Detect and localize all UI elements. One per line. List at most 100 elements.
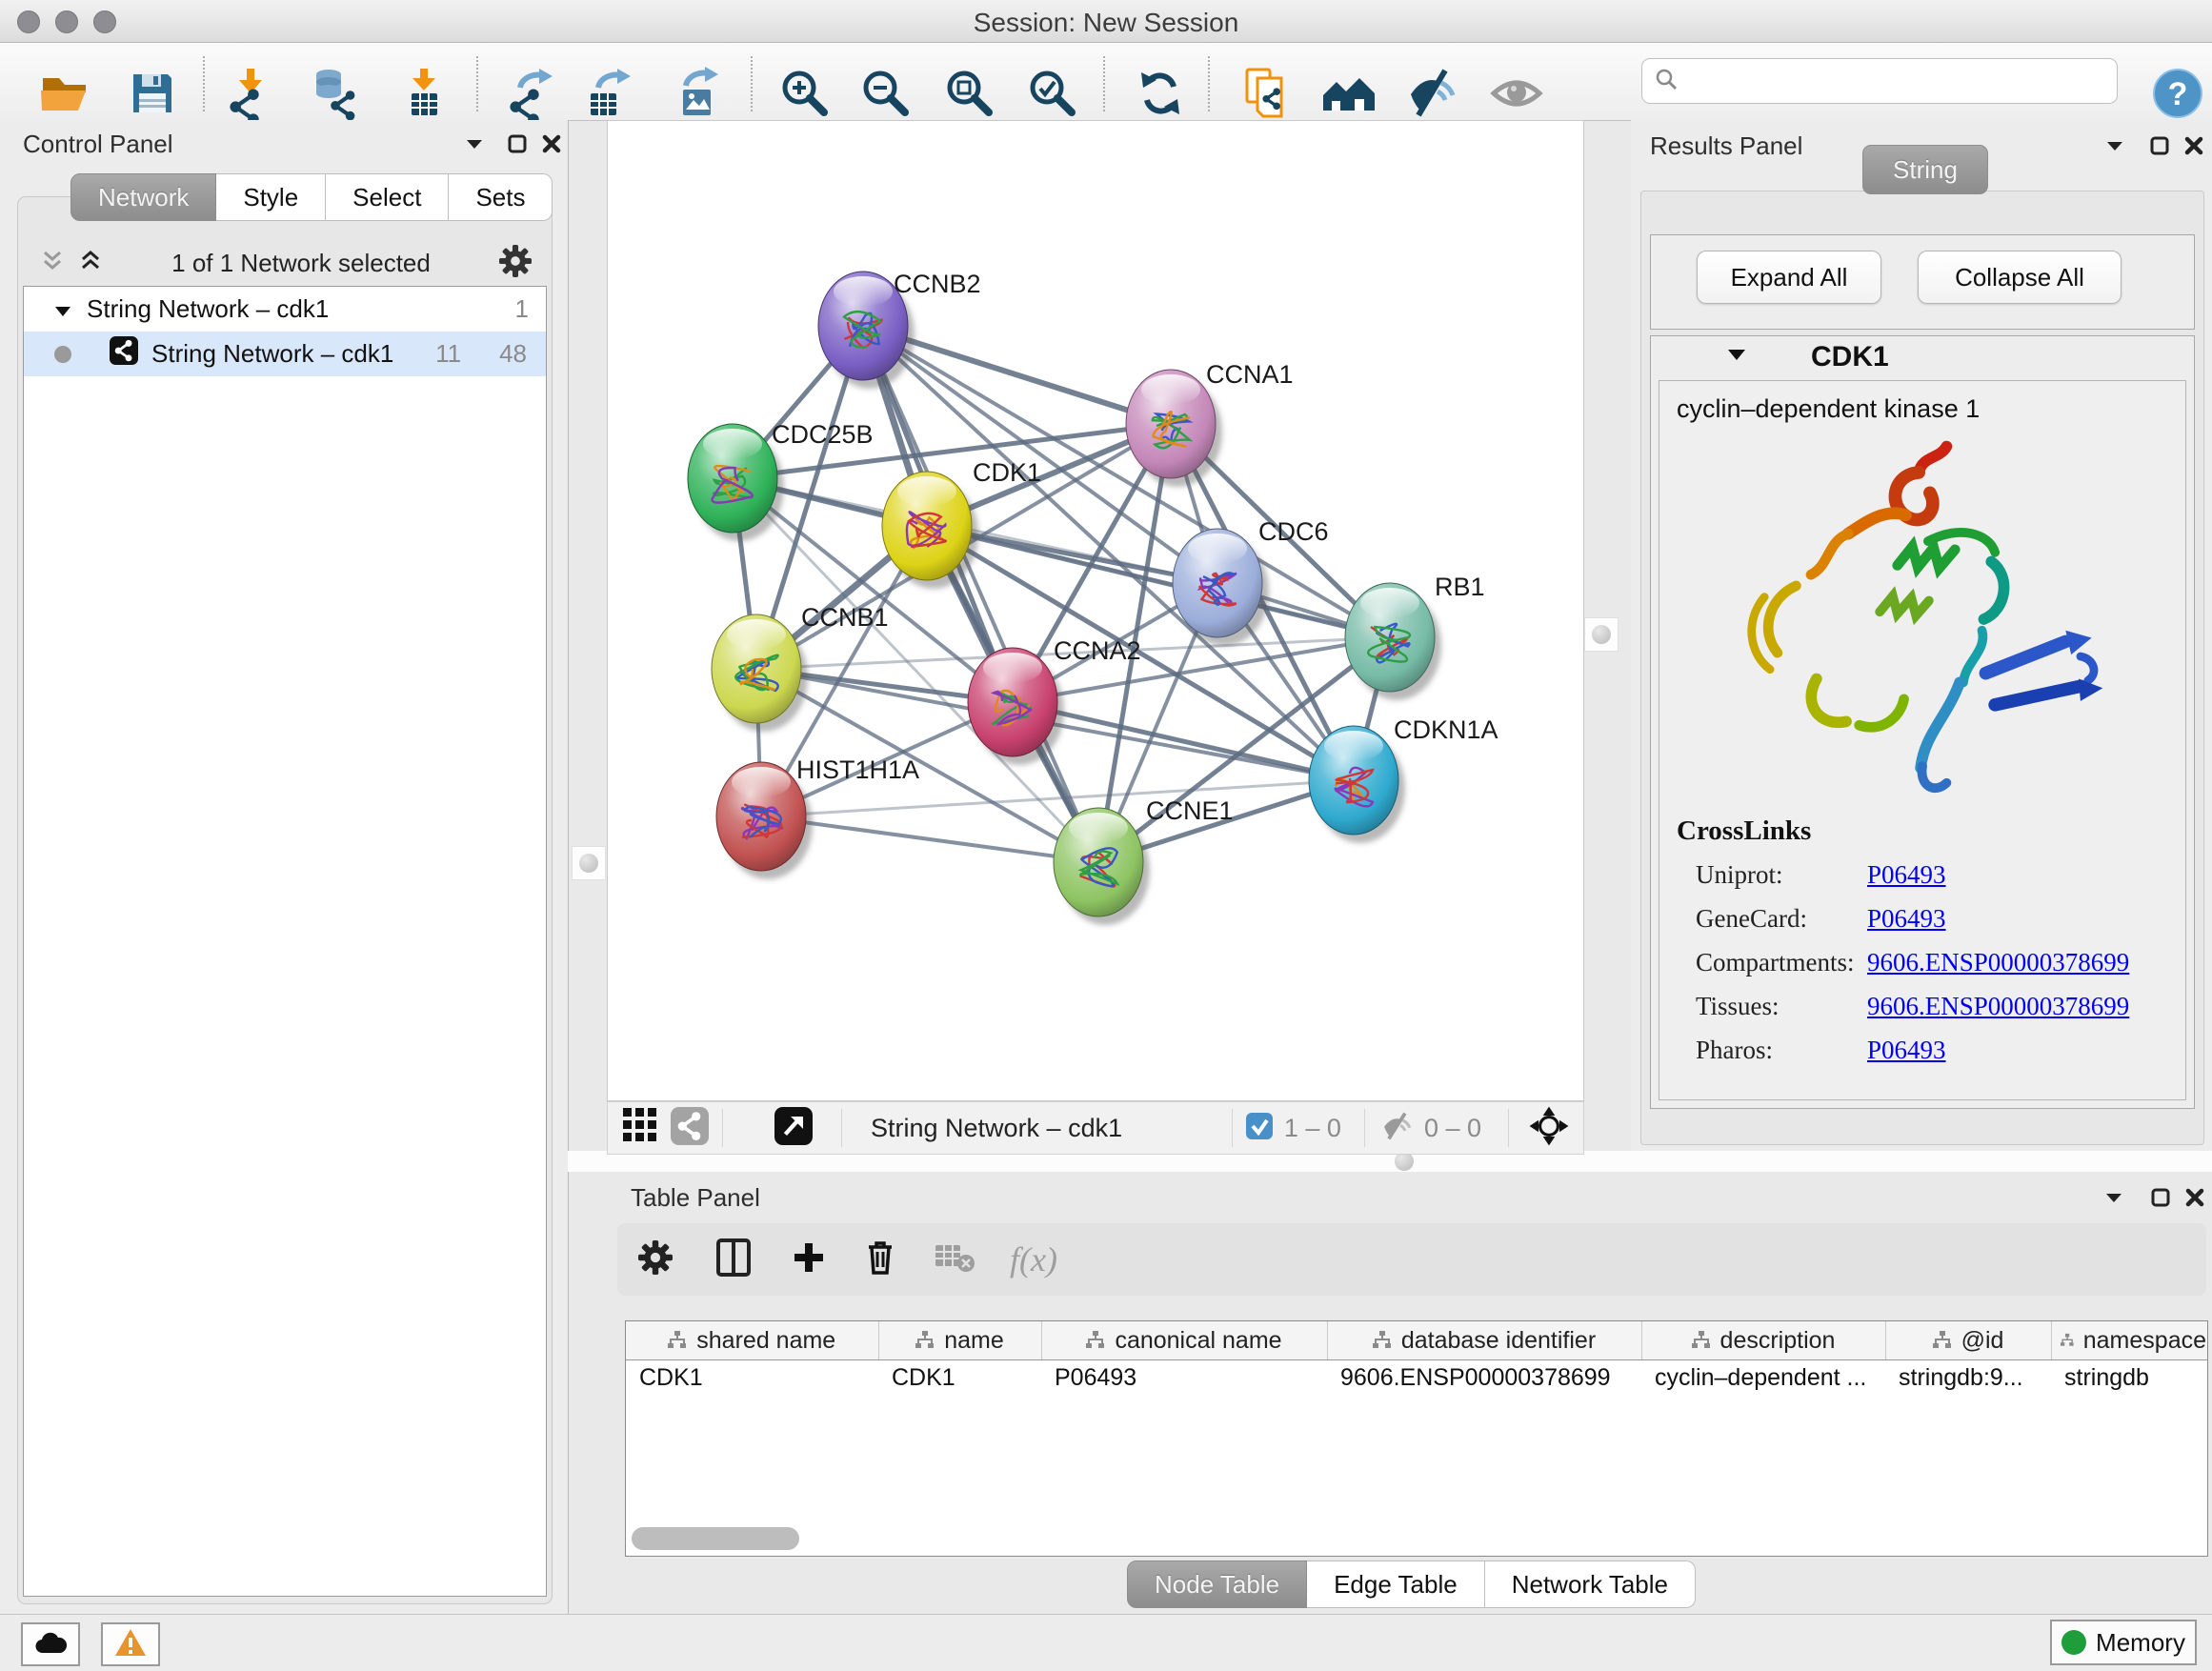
import-network-button[interactable]	[219, 67, 280, 124]
warnings-button[interactable]	[101, 1622, 160, 1666]
panel-float-icon[interactable]	[2150, 1187, 2171, 1213]
cell-namespace[interactable]: stringdb	[2051, 1360, 2207, 1396]
tab-node-table[interactable]: Node Table	[1127, 1560, 1307, 1608]
open-session-button[interactable]	[34, 67, 95, 124]
export-table-button[interactable]	[579, 67, 640, 124]
show-results-button[interactable]	[1486, 67, 1547, 124]
panel-menu-icon[interactable]	[2105, 139, 2124, 157]
gear-icon[interactable]	[499, 245, 532, 282]
control-panel: Control Panel Network Style Select Sets …	[0, 120, 569, 1614]
right-splitter-handle[interactable]	[1584, 617, 1619, 652]
tab-edge-table[interactable]: Edge Table	[1307, 1560, 1485, 1608]
network-node-CCNB1[interactable]: CCNB1	[712, 603, 889, 732]
show-columns-icon[interactable]	[716, 1238, 751, 1281]
create-column-icon[interactable]	[793, 1241, 825, 1278]
tab-select[interactable]: Select	[326, 173, 449, 221]
export-network-button[interactable]	[501, 67, 562, 124]
cell-name[interactable]: CDK1	[878, 1360, 1041, 1396]
cell-shared-name[interactable]: CDK1	[626, 1360, 878, 1396]
network-node-CDC25B[interactable]: CDC25B	[688, 420, 874, 541]
tab-network-table[interactable]: Network Table	[1485, 1560, 1696, 1608]
crosslink-link[interactable]: P06493	[1867, 1036, 1946, 1064]
network-node-CCNB2[interactable]: CCNB2	[818, 270, 981, 389]
crosslink-link[interactable]: P06493	[1867, 860, 1946, 889]
string-home-button[interactable]	[1317, 67, 1378, 124]
network-node-CDC6[interactable]: CDC6	[1173, 517, 1329, 646]
network-node-RB1[interactable]: RB1	[1345, 573, 1485, 700]
toolbar-separator	[476, 56, 478, 111]
hidden-eye-icon[interactable]	[1378, 1110, 1417, 1147]
expand-all-button[interactable]: Expand All	[1697, 251, 1881, 304]
network-tree-root-row[interactable]: String Network – cdk1 1	[24, 287, 546, 332]
zoom-selected-button[interactable]	[1022, 67, 1083, 124]
cell-description[interactable]: cyclin–dependent ...	[1641, 1360, 1885, 1396]
table-row[interactable]: CDK1 CDK1 P06493 9606.ENSP00000378699 cy…	[626, 1360, 2207, 1396]
import-table-button[interactable]	[393, 67, 454, 124]
cell-canonical-name[interactable]: P06493	[1041, 1360, 1327, 1396]
section-collapse-icon[interactable]	[1727, 349, 1746, 366]
table-settings-gear-icon[interactable]	[638, 1240, 673, 1279]
panel-float-icon[interactable]	[507, 133, 528, 159]
left-splitter-handle[interactable]	[572, 846, 606, 880]
column-header[interactable]: name	[878, 1321, 1041, 1360]
grid-view-icon[interactable]	[623, 1108, 659, 1149]
selected-checkbox-icon[interactable]	[1246, 1113, 1273, 1144]
network-tree-child-row[interactable]: String Network – cdk1 11 48	[24, 332, 546, 376]
hide-results-button[interactable]	[1402, 67, 1463, 124]
network-node-CCNA1[interactable]: CCNA1	[1126, 360, 1294, 487]
horizontal-scrollbar-thumb[interactable]	[632, 1527, 799, 1550]
cell-database-identifier[interactable]: 9606.ENSP00000378699	[1327, 1360, 1641, 1396]
cell-id[interactable]: stringdb:9...	[1885, 1360, 2051, 1396]
network-node-CCNA2[interactable]: CCNA2	[968, 636, 1141, 765]
search-icon	[1654, 67, 1679, 96]
panel-menu-icon[interactable]	[465, 137, 484, 155]
collapse-all-button[interactable]: Collapse All	[1918, 251, 2122, 304]
network-node-CDKN1A[interactable]: CDKN1A	[1309, 715, 1498, 843]
panel-float-icon[interactable]	[2149, 135, 2170, 161]
cloud-button[interactable]	[21, 1622, 80, 1666]
birds-eye-view-icon[interactable]	[1528, 1105, 1570, 1152]
network-node-CCNE1[interactable]: CCNE1	[1054, 796, 1234, 925]
results-scroll-area[interactable]: CDK1 cyclin–dependent kinase 1	[1650, 335, 2195, 1109]
delete-column-icon[interactable]	[865, 1239, 895, 1280]
column-header[interactable]: database identifier	[1327, 1321, 1641, 1360]
tab-style[interactable]: Style	[216, 173, 326, 221]
tab-network[interactable]: Network	[70, 173, 216, 221]
panel-close-icon[interactable]	[2184, 1187, 2205, 1213]
zoom-out-button[interactable]	[855, 67, 916, 124]
zoom-fit-button[interactable]	[939, 67, 1000, 124]
column-header[interactable]: canonical name	[1041, 1321, 1327, 1360]
import-network-icon	[223, 67, 276, 125]
tab-sets[interactable]: Sets	[449, 173, 553, 221]
export-image-icon	[671, 67, 724, 125]
network-canvas[interactable]: CCNB2 CCNA1 CDC25BCDK1 CDC6RB1 CCNB1 CCNA2 CDK…	[607, 120, 1584, 1101]
save-session-button[interactable]	[122, 67, 183, 124]
collapse-all-chevron-icon[interactable]	[40, 249, 65, 278]
crosslink-link[interactable]: P06493	[1867, 904, 1946, 933]
network-node-HIST1H1A[interactable]: HIST1H1A	[716, 755, 919, 879]
string-view-icon[interactable]	[671, 1106, 709, 1151]
zoom-in-button[interactable]	[774, 67, 835, 124]
panel-close-icon[interactable]	[541, 133, 562, 159]
column-header[interactable]: description	[1641, 1321, 1885, 1360]
column-header[interactable]: namespace	[2051, 1321, 2207, 1360]
search-input[interactable]	[1641, 58, 2118, 104]
expand-all-chevron-icon[interactable]	[78, 249, 103, 278]
import-network-from-database-button[interactable]	[305, 67, 366, 124]
panel-menu-icon[interactable]	[2104, 1191, 2123, 1209]
tree-expand-icon[interactable]	[54, 294, 71, 324]
column-header[interactable]: @id	[1885, 1321, 2051, 1360]
memory-button[interactable]: Memory	[2050, 1620, 2197, 1665]
tab-string[interactable]: String	[1862, 145, 1988, 194]
column-header[interactable]: shared name	[626, 1321, 878, 1360]
panel-close-icon[interactable]	[2183, 135, 2204, 161]
gene-section-header[interactable]: CDK1	[1651, 336, 2194, 378]
network-node-CDK1[interactable]: CDK1	[882, 458, 1041, 589]
refresh-button[interactable]	[1130, 67, 1191, 124]
help-button[interactable]: ?	[2147, 67, 2208, 124]
crosslink-link[interactable]: 9606.ENSP00000378699	[1867, 992, 2129, 1020]
export-image-button[interactable]	[667, 67, 728, 124]
crosslink-link[interactable]: 9606.ENSP00000378699	[1867, 948, 2129, 976]
open-in-new-window-icon[interactable]	[774, 1105, 813, 1152]
string-document-button[interactable]	[1235, 67, 1296, 124]
